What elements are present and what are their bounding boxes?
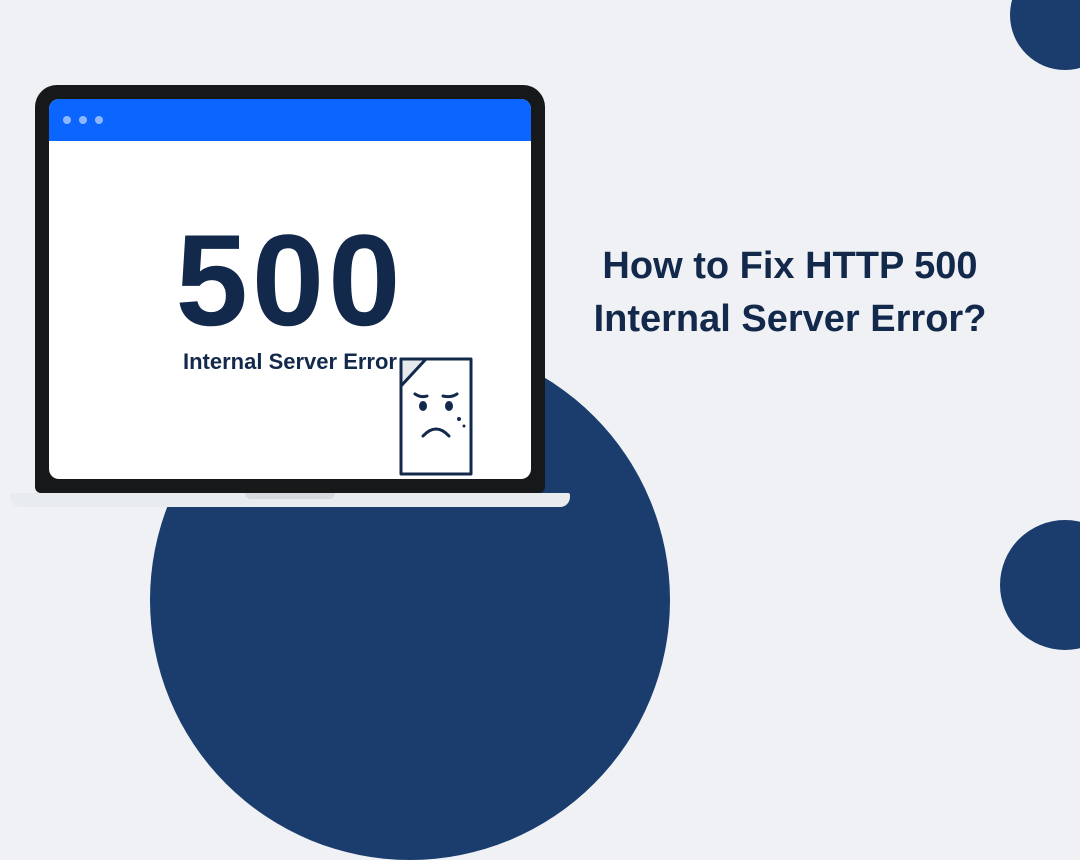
window-dot-icon <box>63 116 71 124</box>
headline-line2: Internal Server Error? <box>570 293 1010 346</box>
window-dot-icon <box>95 116 103 124</box>
headline-line1: How to Fix HTTP 500 <box>570 240 1010 293</box>
sad-paper-icon <box>381 344 501 479</box>
error-code: 500 <box>176 215 405 345</box>
laptop-illustration: 500 Internal Server Error <box>20 85 560 507</box>
laptop-screen: 500 Internal Server Error <box>49 99 531 479</box>
laptop-body: 500 Internal Server Error <box>35 85 545 493</box>
decorative-circle-bottom-right <box>1000 520 1080 650</box>
window-dot-icon <box>79 116 87 124</box>
screen-content: 500 Internal Server Error <box>49 141 531 479</box>
laptop-base <box>10 493 570 507</box>
decorative-circle-top-right <box>1010 0 1080 70</box>
error-text: Internal Server Error <box>183 349 397 375</box>
laptop-notch <box>245 493 335 499</box>
browser-title-bar <box>49 99 531 141</box>
headline-text: How to Fix HTTP 500 Internal Server Erro… <box>570 240 1010 346</box>
